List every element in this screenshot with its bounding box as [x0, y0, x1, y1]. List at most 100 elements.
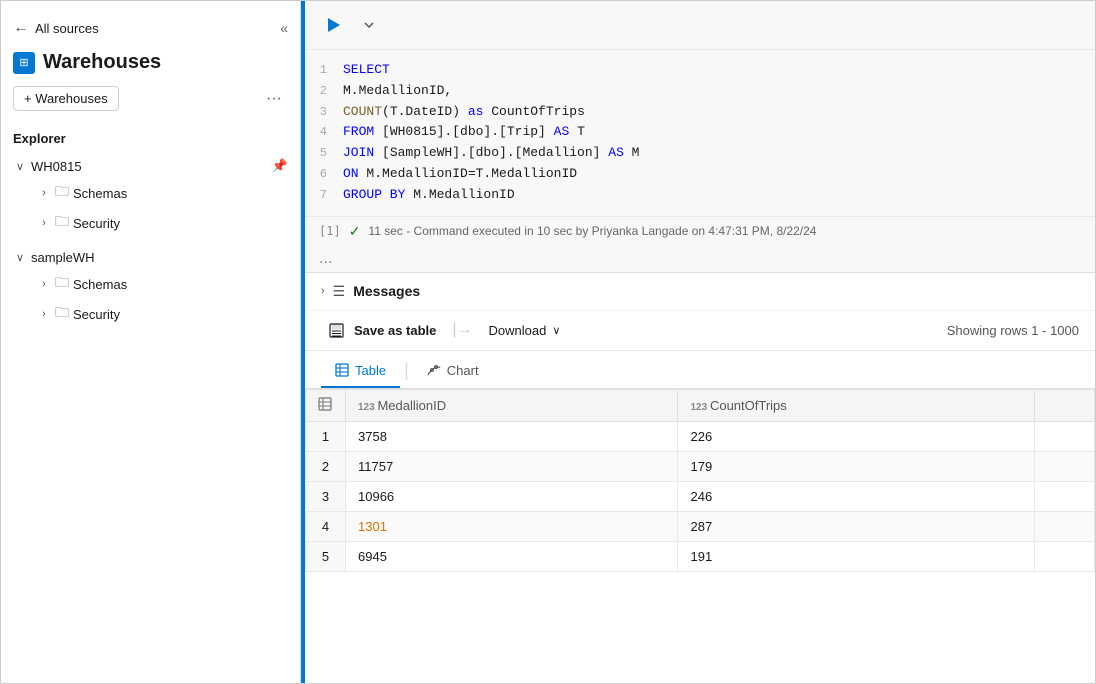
samplewh-label: sampleWH — [31, 250, 95, 265]
table-row: 13758226 — [306, 421, 1095, 451]
code-line-2: 2 M.MedallionID, — [305, 81, 1095, 102]
sidebar-top: ← All sources « — [1, 11, 300, 47]
row-num-header — [306, 389, 346, 421]
warehouse-ellipsis-button[interactable]: ··· — [260, 88, 288, 110]
medallion-id-cell: 6945 — [346, 541, 678, 571]
code-line-5: 5 JOIN [SampleWH].[dbo].[Medallion] AS M — [305, 143, 1095, 164]
warehouses-title: Warehouses — [43, 51, 161, 74]
samplewh-item-left: ∨ sampleWH — [13, 250, 95, 265]
data-table-container: 123 MedallionID 123 CountOfTrips — [305, 389, 1095, 572]
download-button[interactable]: Download ∨ — [481, 319, 569, 342]
collapse-icon[interactable]: « — [280, 20, 288, 36]
extra-cell — [1035, 451, 1095, 481]
wh0815-schemas-item[interactable]: › 🗀 Schemas — [31, 178, 294, 208]
schemas-folder-icon: 🗀 — [55, 181, 69, 205]
row-num-cell: 4 — [306, 511, 346, 541]
view-tabs: Table | Chart — [305, 351, 1095, 389]
code-line-1: 1 SELECT — [305, 60, 1095, 81]
results-table: 123 MedallionID 123 CountOfTrips — [305, 389, 1095, 572]
table-icon — [335, 363, 349, 377]
messages-label: Messages — [353, 283, 420, 299]
messages-chevron-icon: › — [321, 285, 325, 297]
security-label: Security — [73, 216, 120, 231]
samplewh-chevron-icon: ∨ — [13, 251, 27, 264]
status-line-num: [1] — [319, 224, 341, 238]
wh0815-security-item[interactable]: › 🗀 Security — [31, 208, 294, 238]
medallion-id-cell: 10966 — [346, 481, 678, 511]
run-button[interactable] — [319, 11, 347, 39]
samplewh-schemas-folder-icon: 🗀 — [55, 272, 69, 296]
code-line-4: 4 FROM [WH0815].[dbo].[Trip] AS T — [305, 122, 1095, 143]
security-folder-icon: 🗀 — [55, 211, 69, 235]
tab-table-label: Table — [355, 363, 386, 378]
wh0815-pin-icon[interactable]: 📌 — [272, 158, 288, 174]
security-chevron-icon: › — [37, 217, 51, 229]
medallion-id-cell: 3758 — [346, 421, 678, 451]
back-arrow-icon: ← — [13, 19, 29, 37]
explorer-section-label: Explorer — [1, 125, 300, 154]
warehouses-header: ⊞ Warehouses — [1, 47, 300, 82]
back-link[interactable]: ← All sources — [13, 19, 99, 37]
main-content: 1 SELECT 2 M.MedallionID, 3 COUNT(T.Date… — [301, 1, 1095, 683]
wh0815-children: › 🗀 Schemas › 🗀 Security — [7, 178, 294, 238]
download-chevron-icon: ∨ — [552, 324, 560, 337]
dots-row: ... — [305, 246, 1095, 272]
wh0815-item[interactable]: ∨ WH0815 📌 — [7, 154, 294, 178]
wh0815-label: WH0815 — [31, 159, 82, 174]
query-toolbar — [305, 1, 1095, 50]
table-row: 310966246 — [306, 481, 1095, 511]
code-line-6: 6 ON M.MedallionID=T.MedallionID — [305, 164, 1095, 185]
tab-separator: | — [404, 361, 409, 383]
row-num-cell: 2 — [306, 451, 346, 481]
medallion-id-cell: 11757 — [346, 451, 678, 481]
warehouse-icon: ⊞ — [13, 52, 35, 74]
extra-cell — [1035, 541, 1095, 571]
add-warehouse-row: + Warehouses ··· — [1, 82, 300, 125]
count-cell: 246 — [678, 481, 1035, 511]
save-table-label: Save as table — [354, 323, 436, 338]
col-medallion-id-header: 123 MedallionID — [346, 389, 678, 421]
count-cell: 226 — [678, 421, 1035, 451]
medallion-id-cell: 1301 — [346, 511, 678, 541]
messages-header[interactable]: › ☰ Messages — [305, 273, 1095, 311]
extra-cell — [1035, 511, 1095, 541]
samplewh-children: › 🗀 Schemas › 🗀 Security — [7, 269, 294, 329]
samplewh-security-label: Security — [73, 307, 120, 322]
samplewh-security-item[interactable]: › 🗀 Security — [31, 299, 294, 329]
wh0815-chevron-icon: ∨ — [13, 160, 27, 173]
code-line-7: 7 GROUP BY M.MedallionID — [305, 185, 1095, 206]
back-label: All sources — [35, 21, 99, 36]
add-warehouse-label: + Warehouses — [24, 91, 108, 106]
chart-icon — [427, 363, 441, 377]
add-warehouse-button[interactable]: + Warehouses — [13, 86, 119, 111]
col-extra-header — [1035, 389, 1095, 421]
row-num-cell: 1 — [306, 421, 346, 451]
samplewh-schemas-chevron-icon: › — [37, 278, 51, 290]
tree-section: ∨ WH0815 📌 › 🗀 Schemas › 🗀 Security — [1, 154, 300, 329]
count-cell: 287 — [678, 511, 1035, 541]
row-num-cell: 5 — [306, 541, 346, 571]
status-message: 11 sec - Command executed in 10 sec by P… — [368, 224, 816, 238]
toolbar-separator: |→ — [452, 321, 472, 339]
results-area: › ☰ Messages Save as table — [305, 272, 1095, 683]
count-cell: 179 — [678, 451, 1035, 481]
showing-rows-label: Showing rows 1 - 1000 — [947, 323, 1079, 338]
table-body: 1375822621175717931096624641301287569451… — [306, 421, 1095, 571]
tab-chart-label: Chart — [447, 363, 479, 378]
app-container: ← All sources « ⊞ Warehouses + Warehouse… — [1, 1, 1095, 683]
schemas-chevron-icon: › — [37, 187, 51, 199]
messages-doc-icon: ☰ — [333, 283, 346, 300]
tab-table[interactable]: Table — [321, 357, 400, 388]
col-count-header: 123 CountOfTrips — [678, 389, 1035, 421]
samplewh-schemas-item[interactable]: › 🗀 Schemas — [31, 269, 294, 299]
tab-chart[interactable]: Chart — [413, 357, 493, 388]
download-label: Download — [489, 323, 547, 338]
save-table-button[interactable]: Save as table — [321, 319, 444, 342]
run-dropdown-button[interactable] — [355, 11, 383, 39]
samplewh-security-folder-icon: 🗀 — [55, 302, 69, 326]
schemas-label: Schemas — [73, 186, 127, 201]
status-row: [1] ✓ 11 sec - Command executed in 10 se… — [305, 216, 1095, 246]
extra-cell — [1035, 421, 1095, 451]
samplewh-item[interactable]: ∨ sampleWH — [7, 246, 294, 269]
code-editor[interactable]: 1 SELECT 2 M.MedallionID, 3 COUNT(T.Date… — [305, 50, 1095, 216]
